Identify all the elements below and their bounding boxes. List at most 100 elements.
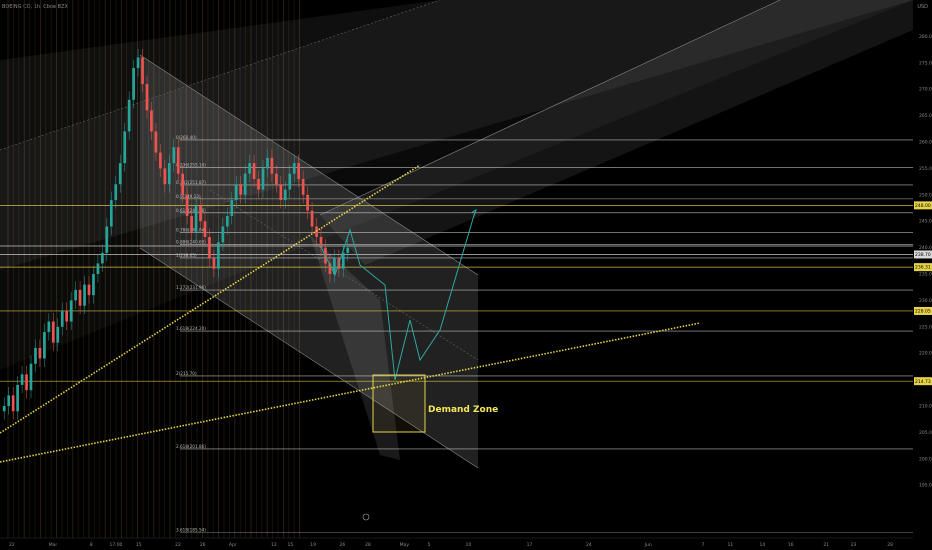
time-tick-label: 16 [788,542,794,548]
candle-body [275,173,278,185]
candle-body [230,200,234,216]
price-tag-label: 228.05 [915,309,931,315]
price-tick-label: 255.00 [919,166,932,172]
candle-body [20,374,24,385]
candle-body [154,131,158,153]
candle-body [136,57,140,69]
candle-body [172,147,176,164]
candle-body [87,284,91,296]
candle-body [145,83,149,111]
candle-body [221,226,225,243]
time-tick-label: 12 [271,542,277,548]
price-axis: 195.00200.00205.00210.00215.00220.00225.… [914,34,932,489]
candle-body [270,157,274,174]
candle-body [74,289,77,301]
fib-label: 0(260.40) [176,135,197,140]
candle-body [7,395,11,406]
candle-body [159,152,162,169]
candle-body [101,252,104,264]
candle-body [109,200,113,227]
price-tick-label: 265.00 [919,113,932,119]
candle-body [234,184,238,201]
time-tick-label: 21 [823,542,829,548]
candle-body [203,221,207,238]
time-tick-label: Apr [229,542,237,548]
time-tick-label: 22 [9,542,15,548]
candle-body [118,163,122,185]
candle-body [51,321,55,343]
time-tick-label: Mar [49,542,58,548]
price-tick-label: 195.00 [919,483,932,489]
candle-body [127,99,131,132]
candle-body [208,237,211,259]
event-marker-icon [362,513,370,521]
candle-body [243,173,247,195]
price-tick-label: 245.00 [919,219,932,225]
candle-body [69,300,73,322]
fib-label: 0.382(251.87) [176,180,206,185]
candle-body [341,252,345,269]
candle-body [78,289,82,306]
candle-body [167,163,171,185]
candle-body [190,215,193,232]
price-tag-label: 214.73 [915,379,931,385]
candle-body [11,395,15,412]
candle-body [25,374,28,391]
fib-label: 0.886(240.60) [176,239,206,244]
time-tick-label: 14 [759,542,765,548]
candle-body [163,168,167,185]
candle-body [248,163,251,174]
price-tick-label: 225.00 [919,324,932,330]
time-tick-label: 15 [287,542,293,548]
time-tick-label: 24 [586,542,592,548]
time-tick-label: 19 [310,542,316,548]
candle-body [279,184,283,201]
candle-body [105,226,109,253]
candle-body [38,347,42,359]
candle-body [310,210,314,227]
time-tick-label: 11 [728,542,734,548]
time-tick-label: 28 [887,542,893,548]
candle-body [96,263,100,274]
time-tick-label: May [400,542,410,548]
fib-label: 0.236(255.14) [176,163,206,168]
channels [0,0,913,469]
time-tick-label: 17 [527,542,533,548]
price-tick-label: 270.00 [919,87,932,93]
candle-body [132,68,135,100]
candle-body [297,163,301,179]
candle-body [199,205,202,222]
chart-canvas[interactable]: 0(260.40)0.236(255.14)0.382(251.87)0.5(2… [0,0,932,550]
candle-body [257,178,260,190]
candle-body [288,173,292,190]
candle-body [283,189,287,201]
candle-body [83,284,86,306]
time-tick-label: Jun [644,542,652,548]
price-tag-label: 238.70 [915,252,931,258]
candle-body [29,363,33,391]
time-tick-label: 26 [200,542,206,548]
candle-body [306,194,309,211]
candle-body [123,131,127,164]
candle-body [212,258,216,269]
candle-body [292,163,296,174]
candle-body [194,205,198,232]
candle-body [266,157,269,169]
price-tag-label: 236.31 [915,265,931,271]
time-tick-label: 10 [466,542,472,548]
time-tick-label: 26 [340,542,346,548]
fib-label: 2.618(201.86) [176,444,206,449]
time-tick-label: 15 [136,542,142,548]
demand-zone-box [372,374,426,433]
time-tick-label: 8 [90,542,93,548]
time-tick-label: 7 [702,542,705,548]
candle-body [239,184,243,195]
candle-body [2,406,6,412]
price-tag-label: 248.00 [915,203,931,209]
candle-body [47,321,51,333]
demand-zone-label: Demand Zone [428,405,498,415]
candle-body [43,332,46,359]
candle-body [261,168,265,190]
price-tick-label: 220.00 [919,351,932,357]
candle-body [114,184,118,201]
